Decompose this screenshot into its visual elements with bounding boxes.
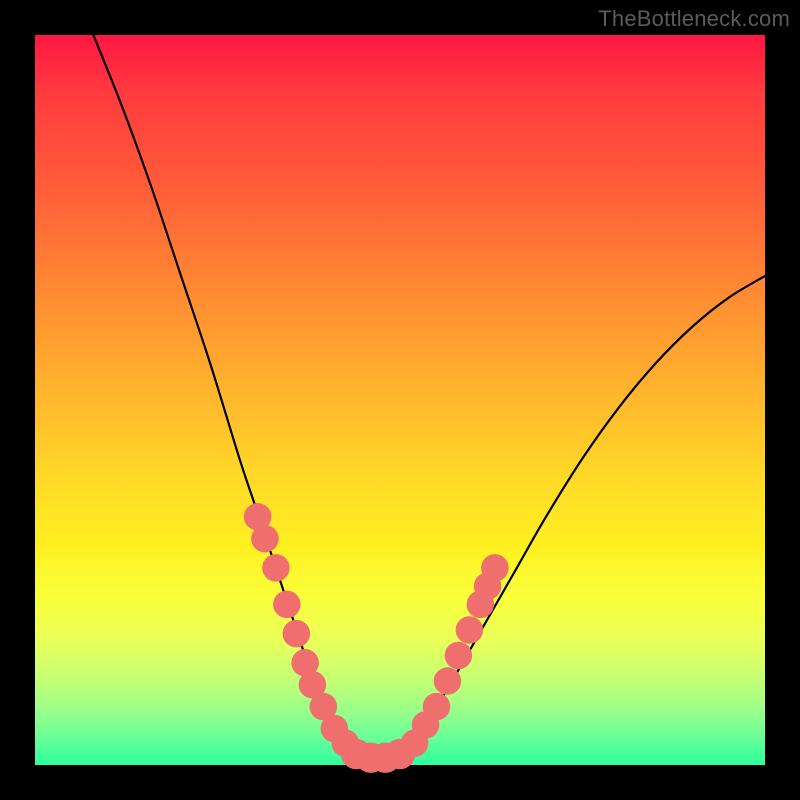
plot-area: [35, 35, 765, 765]
curve-markers: [244, 503, 509, 773]
chart-frame: TheBottleneck.com: [0, 0, 800, 800]
curve-marker: [434, 667, 462, 695]
curve-marker: [445, 642, 473, 670]
bottleneck-curve: [93, 35, 765, 759]
curve-marker: [283, 620, 311, 648]
curve-marker: [251, 525, 279, 553]
curve-marker: [273, 591, 301, 619]
curve-marker: [423, 693, 451, 721]
watermark-text: TheBottleneck.com: [598, 6, 790, 32]
curve-marker: [481, 554, 509, 582]
curve-marker: [262, 554, 290, 582]
curve-svg: [35, 35, 765, 765]
curve-marker: [456, 616, 484, 644]
